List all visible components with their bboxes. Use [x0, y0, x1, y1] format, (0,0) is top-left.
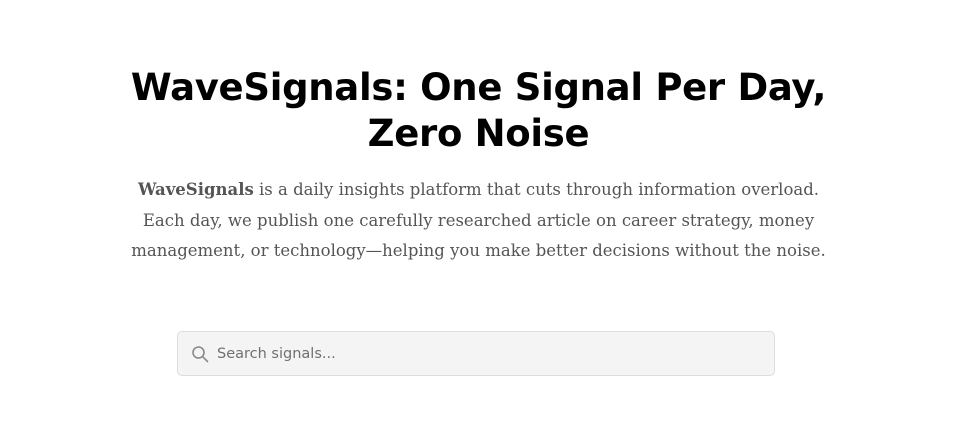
page: WaveSignals: One Signal Per Day, Zero No… — [0, 0, 957, 433]
search-input[interactable] — [217, 332, 767, 375]
hero-description: WaveSignals is a daily insights platform… — [118, 175, 839, 267]
page-title: WaveSignals: One Signal Per Day, Zero No… — [130, 66, 827, 155]
search-bar[interactable] — [177, 331, 775, 376]
search-icon — [192, 346, 209, 363]
brand-name: WaveSignals — [137, 180, 254, 199]
